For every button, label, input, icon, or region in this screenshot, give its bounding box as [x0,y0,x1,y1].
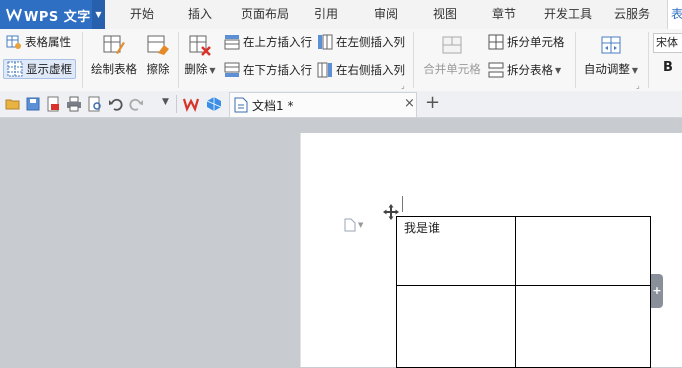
table-properties-icon [6,35,21,49]
split-table-label: 拆分表格 [507,63,553,77]
insert-col-right-icon [317,62,332,78]
tab-table[interactable]: 表 [667,0,682,29]
insert-row-above-button[interactable]: 在上方插入行 [224,34,312,50]
insert-col-right-button[interactable]: 在右侧插入列 [317,62,405,78]
auto-fit-button[interactable]: 自动调整 ▼ [582,33,640,77]
merge-cells-label: 合并单元格 [423,62,481,76]
font-name-value: 宋体 [656,36,678,49]
delete-label: 删除 [184,62,208,76]
erase-label: 擦除 [146,62,170,76]
cell-text: 我是谁 [404,221,441,235]
tab-section[interactable]: 章节 [482,0,526,29]
undo-icon[interactable] [108,96,124,112]
tab-page-layout[interactable]: 页面布局 [236,0,294,29]
split-table-button[interactable]: 拆分表格 ▼ [488,62,561,78]
close-icon[interactable]: × [404,96,415,111]
table-properties-label: 表格属性 [25,35,71,49]
app-menu-dropdown[interactable]: ▼ [92,0,105,29]
redo-icon[interactable] [128,96,144,112]
print-preview-icon[interactable] [87,96,103,112]
chevron-down-icon: ▼ [95,10,102,19]
dialog-launcher-icon[interactable]: ⌟ [401,81,405,90]
paragraph-layout-button[interactable]: ▼ [344,218,363,232]
ribbon-separator [648,32,649,88]
table-cell[interactable]: 我是谁 [396,216,516,286]
tab-review[interactable]: 审阅 [364,0,408,29]
font-name-select[interactable]: 宋体 [653,33,682,53]
menu-bar: WPS 文字 ▼ 开始 插入 页面布局 引用 审阅 视图 章节 开发工具 云服务… [0,0,682,30]
save-icon[interactable] [25,96,41,112]
table-cell[interactable] [396,285,516,368]
draw-table-button[interactable]: 绘制表格 [88,33,140,77]
cloud-docs-icon[interactable] [206,96,222,112]
document-tab-title: 文档1 * [252,99,294,113]
export-pdf-icon[interactable] [45,96,61,112]
customize-toolbar-icon[interactable]: ▼ [162,97,169,107]
document-tab[interactable]: 文档1 * × [229,92,417,117]
document-icon [234,97,248,113]
tab-cloud-services[interactable]: 云服务 [610,0,654,29]
tab-view[interactable]: 视图 [423,0,467,29]
table-cell[interactable] [515,216,651,286]
split-cells-label: 拆分单元格 [507,35,565,49]
show-gridlines-button[interactable]: 显示虚框 [3,59,76,79]
chevron-down-icon: ▼ [631,66,639,75]
document-table[interactable]: 我是谁 [396,216,651,368]
ribbon: 表格属性 显示虚框 绘制表格 擦除 删除 ▼ 在上方插入行 在下方插入行 在左侧… [0,29,682,92]
insert-col-left-button[interactable]: 在左侧插入列 [317,34,405,50]
app-menu-button[interactable]: WPS 文字 [0,0,92,29]
split-cells-icon [488,34,504,50]
insert-row-below-button[interactable]: 在下方插入行 [224,62,312,78]
chevron-down-icon: ▼ [555,65,562,75]
insert-row-above-icon [224,35,240,50]
gridlines-icon [7,61,23,77]
ribbon-separator [178,32,179,88]
app-name: WPS 文字 [24,10,91,25]
tab-references[interactable]: 引用 [306,0,346,29]
delete-button[interactable]: 删除 ▼ [182,33,218,77]
ribbon-separator [82,32,83,88]
draw-table-label: 绘制表格 [91,62,137,76]
chevron-down-icon: ▼ [209,66,216,75]
tab-insert[interactable]: 插入 [178,0,222,29]
bold-button[interactable]: B [663,60,673,75]
auto-fit-icon [601,36,621,54]
split-cells-button[interactable]: 拆分单元格 [488,34,565,50]
table-cell[interactable] [515,285,651,368]
insert-row-above-label: 在上方插入行 [243,35,312,49]
ribbon-separator [413,32,414,88]
dialog-launcher-icon[interactable]: ⌟ [636,81,640,90]
table-row [396,285,651,368]
table-properties-button[interactable]: 表格属性 [6,34,71,50]
tab-developer[interactable]: 开发工具 [540,0,596,29]
add-column-handle[interactable]: + [651,274,663,308]
erase-button[interactable]: 擦除 [143,33,173,77]
toolbar-separator [176,95,177,113]
new-tab-button[interactable]: + [425,92,440,113]
split-table-icon [488,62,504,78]
print-icon[interactable] [66,96,82,112]
page-options-icon [344,218,356,232]
tab-home[interactable]: 开始 [120,0,164,29]
wps-home-icon[interactable] [183,96,199,112]
merge-cells-button[interactable]: 合并单元格 [422,33,482,77]
insert-row-below-label: 在下方插入行 [243,63,312,77]
chevron-down-icon: ▼ [358,221,364,229]
show-gridlines-label: 显示虚框 [26,62,72,76]
insert-col-right-label: 在右侧插入列 [336,63,405,77]
ribbon-separator [575,32,576,88]
merge-cells-icon [442,36,462,54]
wps-logo-icon [6,8,22,22]
auto-fit-label: 自动调整 [583,62,630,76]
delete-table-icon [189,35,211,56]
insert-col-left-label: 在左侧插入列 [336,35,405,49]
draw-table-icon [103,35,125,54]
table-row: 我是谁 [396,216,651,286]
insert-row-below-icon [224,62,240,77]
insert-col-left-icon [318,34,333,50]
text-cursor [402,196,403,212]
eraser-icon [147,35,169,55]
open-folder-icon[interactable] [5,96,21,112]
